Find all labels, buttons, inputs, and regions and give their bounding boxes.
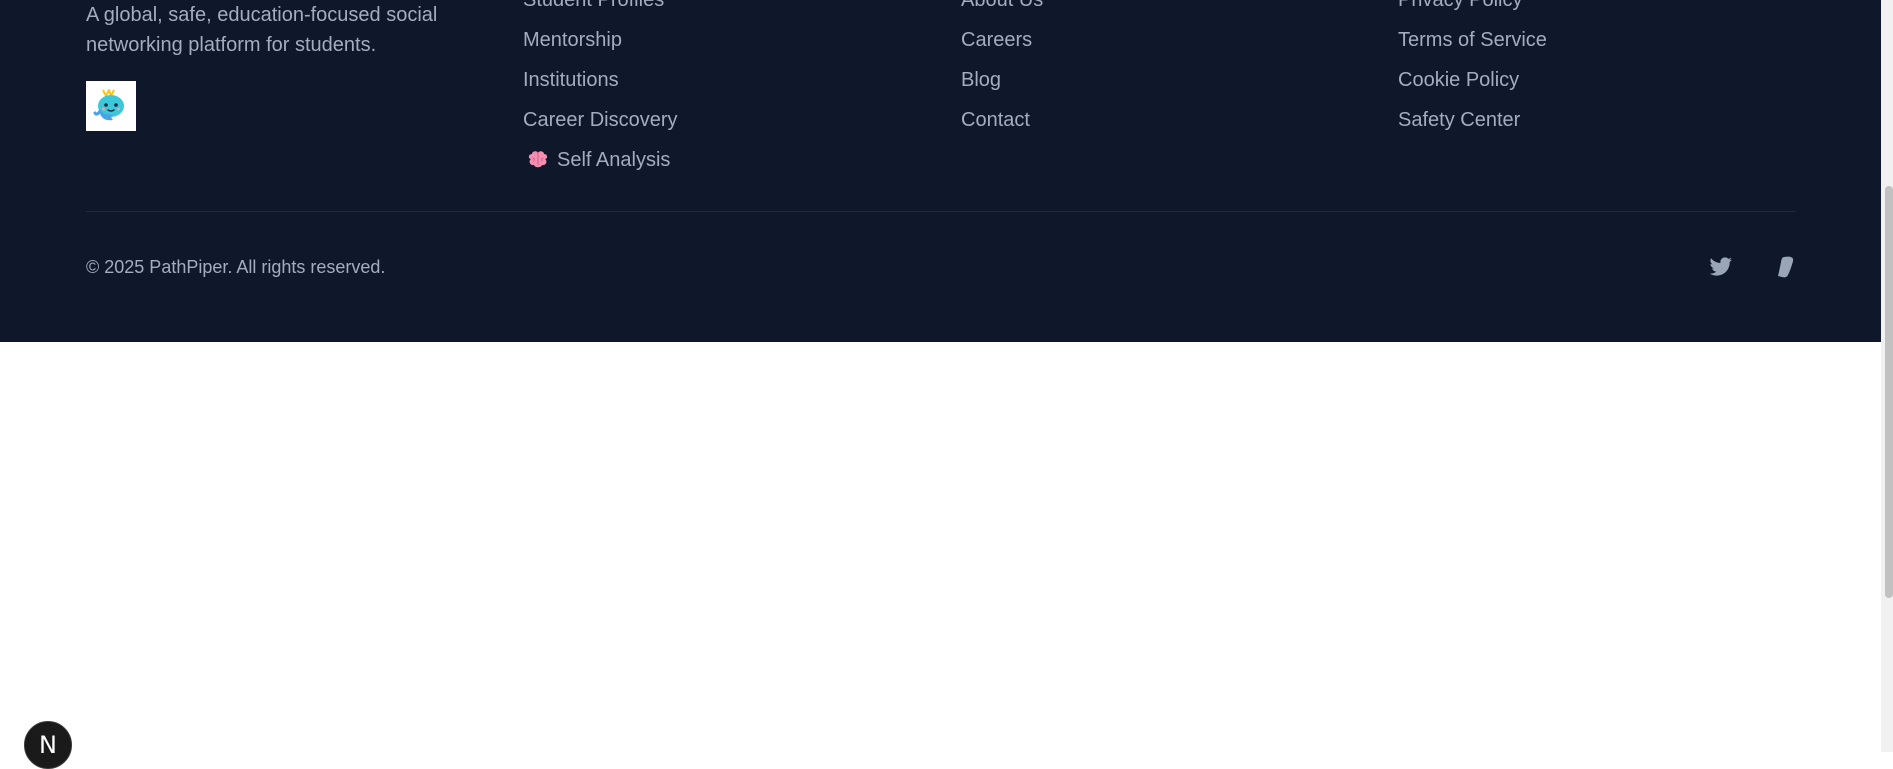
footer-divider: [86, 211, 1796, 212]
twitter-icon[interactable]: [1708, 255, 1734, 279]
mascot-logo-icon: [86, 81, 136, 131]
brand-tagline: A global, safe, education-focused social…: [86, 4, 438, 56]
footer-link-cookie-policy[interactable]: Cookie Policy: [1398, 60, 1547, 100]
footer-link-label: Privacy Policy: [1398, 0, 1523, 11]
site-footer: A global, safe, education-focused social…: [0, 0, 1881, 342]
footer-link-label: About Us: [961, 0, 1044, 11]
footer-link-label: Contact: [961, 109, 1030, 131]
footer-link-blog[interactable]: Blog: [961, 60, 1043, 100]
footer-link-label: Cookie Policy: [1398, 69, 1520, 91]
footer-link-contact[interactable]: Contact: [961, 100, 1043, 140]
footer-link-mentorship[interactable]: Mentorship: [523, 20, 677, 60]
footer-link-careers[interactable]: Careers: [961, 20, 1043, 60]
social-icon[interactable]: [1773, 255, 1799, 279]
footer-link-about-us[interactable]: About Us: [961, 0, 1043, 20]
footer-link-label: Student Profiles: [523, 0, 665, 11]
footer-column-legal: Privacy Policy Terms of Service Cookie P…: [1398, 0, 1547, 140]
footer-link-label: Institutions: [523, 69, 619, 91]
footer-link-label: Self Analysis: [557, 149, 671, 171]
copyright-text: © 2025 PathPiper. All rights reserved.: [86, 257, 386, 277]
footer-link-safety-center[interactable]: Safety Center: [1398, 100, 1547, 140]
scrollbar-thumb[interactable]: [1885, 186, 1893, 598]
footer-column-platform: Student Profiles Mentorship Institutions…: [523, 0, 677, 180]
footer-link-label: Blog: [961, 69, 1002, 91]
footer-link-self-analysis[interactable]: Self Analysis: [523, 140, 677, 180]
footer-link-label: Safety Center: [1398, 109, 1521, 131]
footer-link-privacy-policy[interactable]: Privacy Policy: [1398, 0, 1547, 20]
footer-link-terms-of-service[interactable]: Terms of Service: [1398, 20, 1547, 60]
footer-link-student-profiles[interactable]: Student Profiles: [523, 0, 677, 20]
brain-icon: [527, 148, 549, 168]
footer-link-label: Terms of Service: [1398, 29, 1547, 51]
footer-link-label: Mentorship: [523, 29, 622, 51]
footer-link-career-discovery[interactable]: Career Discovery: [523, 100, 677, 140]
footer-link-label: Career Discovery: [523, 109, 678, 131]
footer-column-company: About Us Careers Blog Contact: [961, 0, 1043, 140]
dev-tools-badge[interactable]: N: [24, 721, 72, 769]
footer-link-institutions[interactable]: Institutions: [523, 60, 677, 100]
footer-link-label: Careers: [961, 29, 1033, 51]
